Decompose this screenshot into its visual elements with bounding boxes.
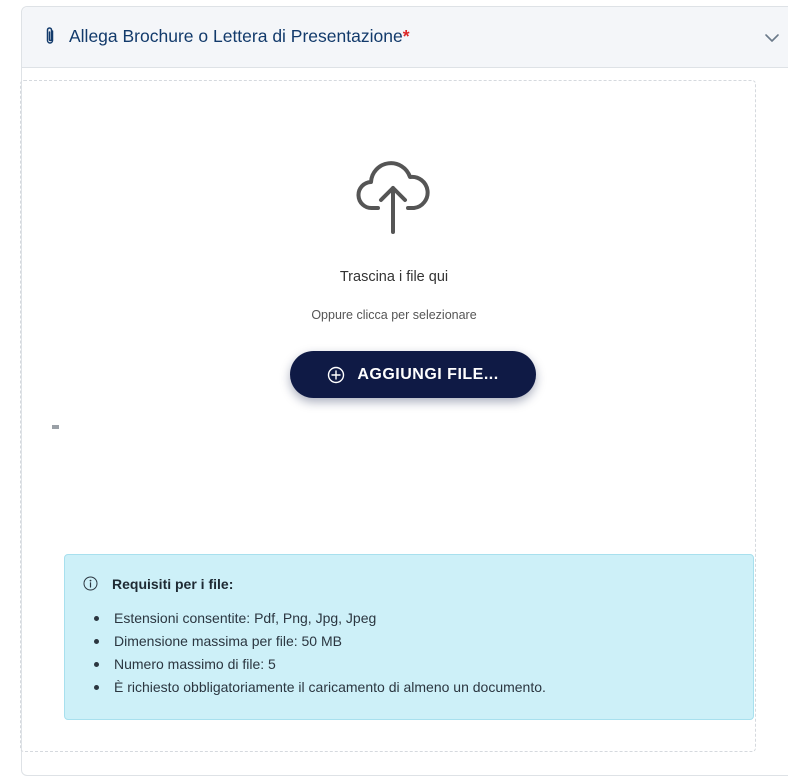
info-icon bbox=[83, 576, 98, 591]
cloud-upload-icon bbox=[356, 161, 430, 234]
panel-title: Allega Brochure o Lettera di Presentazio… bbox=[69, 26, 410, 47]
requirements-list: Estensioni consentite: Pdf, Png, Jpg, Jp… bbox=[91, 607, 546, 699]
required-marker: * bbox=[402, 26, 410, 46]
dropzone-subtitle: Oppure clicca per selezionare bbox=[311, 308, 477, 322]
requirement-item: Numero massimo di file: 5 bbox=[91, 653, 546, 676]
requirements-title: Requisiti per i file: bbox=[112, 576, 234, 592]
panel-title-text: Allega Brochure o Lettera di Presentazio… bbox=[69, 26, 403, 46]
add-file-button[interactable]: AGGIUNGI FILE... bbox=[290, 351, 536, 398]
requirement-item: È richiesto obbligatoriamente il caricam… bbox=[91, 676, 546, 699]
requirement-item: Dimensione massima per file: 50 MB bbox=[91, 630, 546, 653]
small-mark bbox=[52, 425, 59, 429]
chevron-down-icon[interactable] bbox=[763, 29, 781, 47]
panel-header[interactable]: Allega Brochure o Lettera di Presentazio… bbox=[22, 7, 788, 68]
dropzone-title: Trascina i file qui bbox=[339, 269, 449, 285]
add-file-button-label: AGGIUNGI FILE... bbox=[357, 365, 499, 383]
requirement-item: Estensioni consentite: Pdf, Png, Jpg, Jp… bbox=[91, 607, 546, 630]
plus-circle-icon bbox=[328, 366, 345, 383]
paperclip-icon bbox=[46, 27, 54, 44]
requirements-box: Requisiti per i file: Estensioni consent… bbox=[64, 554, 754, 720]
